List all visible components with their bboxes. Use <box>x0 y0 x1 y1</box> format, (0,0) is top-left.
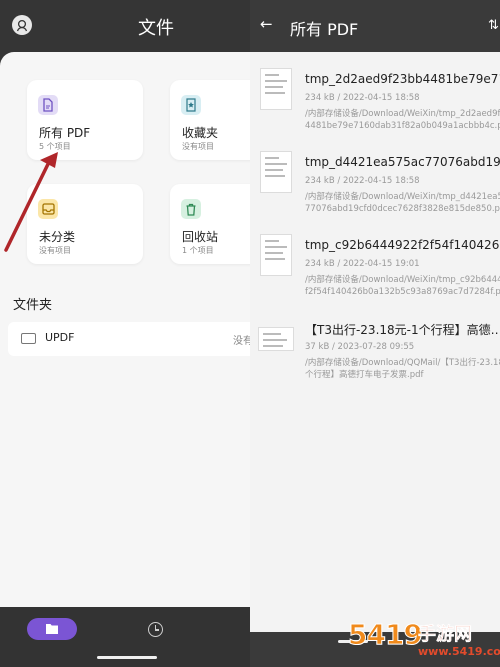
file-path: /内部存储设备/Download/QQMail/【T3出行-23.18元-1 <box>305 358 500 368</box>
page-title: 文件 <box>138 18 174 39</box>
folder-icon <box>46 624 58 634</box>
trash-icon <box>181 199 201 219</box>
file-name: tmp_2d2aed9f23bb4481be79e71… <box>305 72 500 86</box>
pdf-thumbnail <box>258 327 294 351</box>
card-uncategorized[interactable]: 未分类 没有项目 <box>27 184 143 264</box>
pdf-thumbnail <box>260 151 292 193</box>
folder-updf[interactable]: UPDF 没有 <box>8 322 250 356</box>
list-item[interactable]: tmp_c92b6444922f2f54f140426… 234 kB / 20… <box>250 226 500 316</box>
folder-name: UPDF <box>45 331 75 344</box>
home-indicator <box>97 656 157 659</box>
card-count: 没有项目 <box>39 246 71 255</box>
file-path: 个行程】高德打车电子发票.pdf <box>305 370 424 380</box>
list-item[interactable]: tmp_d4421ea575ac77076abd19c… 234 kB / 20… <box>250 143 500 233</box>
card-label: 所有 PDF <box>39 126 91 140</box>
inbox-icon <box>38 199 58 219</box>
file-path: f2f54f140426b0a132b5c93a8769ac7d7284f.pd… <box>305 287 500 297</box>
card-label: 回收站 <box>182 230 219 244</box>
file-meta: 234 kB / 2022-04-15 18:58 <box>305 176 420 186</box>
nav-files-tab[interactable] <box>27 618 77 640</box>
card-count: 1 个项目 <box>182 246 214 255</box>
pdf-thumbnail <box>260 234 292 276</box>
files-screen: 文件 所有 PDF 5 个项目 收藏夹 没有项目 未分类 没有项目 回收站 1 … <box>0 0 250 667</box>
files-header: 文件 <box>0 0 250 52</box>
file-name: tmp_c92b6444922f2f54f140426… <box>305 238 500 252</box>
file-path: 4481be79e7160dab31f82a0b049a1acbbb4c.pdf <box>305 121 500 131</box>
watermark-logo: 5419 手游网 www.5419.com <box>348 618 500 666</box>
star-icon <box>181 95 201 115</box>
watermark-name: 手游网 <box>418 624 473 646</box>
file-path: /内部存储设备/Download/WeiXin/tmp_2d2aed9f23bb <box>305 109 500 119</box>
file-meta: 37 kB / 2023-07-28 09:55 <box>305 342 415 352</box>
card-label: 收藏夹 <box>182 126 219 140</box>
recent-clock-icon[interactable] <box>148 622 163 637</box>
file-meta: 234 kB / 2022-04-15 19:01 <box>305 259 420 269</box>
file-name: tmp_d4421ea575ac77076abd19c… <box>305 155 500 169</box>
folder-count: 没有 <box>233 336 250 347</box>
watermark-url: www.5419.com <box>418 645 500 658</box>
pdf-file-icon <box>38 95 58 115</box>
file-path: 77076abd19cfd0dcec7628f3828e815de850.pdf <box>305 204 500 214</box>
list-item[interactable]: tmp_2d2aed9f23bb4481be79e71… 234 kB / 20… <box>250 60 500 150</box>
watermark-number: 5419 <box>348 618 424 652</box>
sort-icon[interactable]: ⇅ <box>488 18 499 33</box>
pdf-thumbnail <box>260 68 292 110</box>
pdf-list: tmp_2d2aed9f23bb4481be79e71… 234 kB / 20… <box>250 52 500 632</box>
list-title: 所有 PDF <box>290 20 359 39</box>
file-meta: 234 kB / 2022-04-15 18:58 <box>305 93 420 103</box>
card-all-pdf[interactable]: 所有 PDF 5 个项目 <box>27 80 143 160</box>
file-path: /内部存储设备/Download/WeiXin/tmp_c92b6444922 <box>305 275 500 285</box>
list-item[interactable]: 【T3出行-23.18元-1个行程】高德… 37 kB / 2023-07-28… <box>250 309 500 399</box>
card-recycle-bin[interactable]: 回收站 1 个项目 <box>170 184 250 264</box>
card-label: 未分类 <box>39 230 76 244</box>
back-arrow-icon[interactable]: ← <box>260 17 273 32</box>
card-count: 5 个项目 <box>39 142 71 151</box>
file-name: 【T3出行-23.18元-1个行程】高德… <box>305 323 500 337</box>
card-favorites[interactable]: 收藏夹 没有项目 <box>170 80 250 160</box>
all-pdf-screen: ← 所有 PDF ⇅ tmp_2d2aed9f23bb4481be79e71… … <box>250 0 500 667</box>
file-path: /内部存储设备/Download/WeiXin/tmp_d4421ea575ac <box>305 192 500 202</box>
folders-heading: 文件夹 <box>13 298 53 313</box>
folder-icon <box>21 333 36 344</box>
files-content: 所有 PDF 5 个项目 收藏夹 没有项目 未分类 没有项目 回收站 1 个项目… <box>0 52 250 607</box>
card-count: 没有项目 <box>182 142 214 151</box>
